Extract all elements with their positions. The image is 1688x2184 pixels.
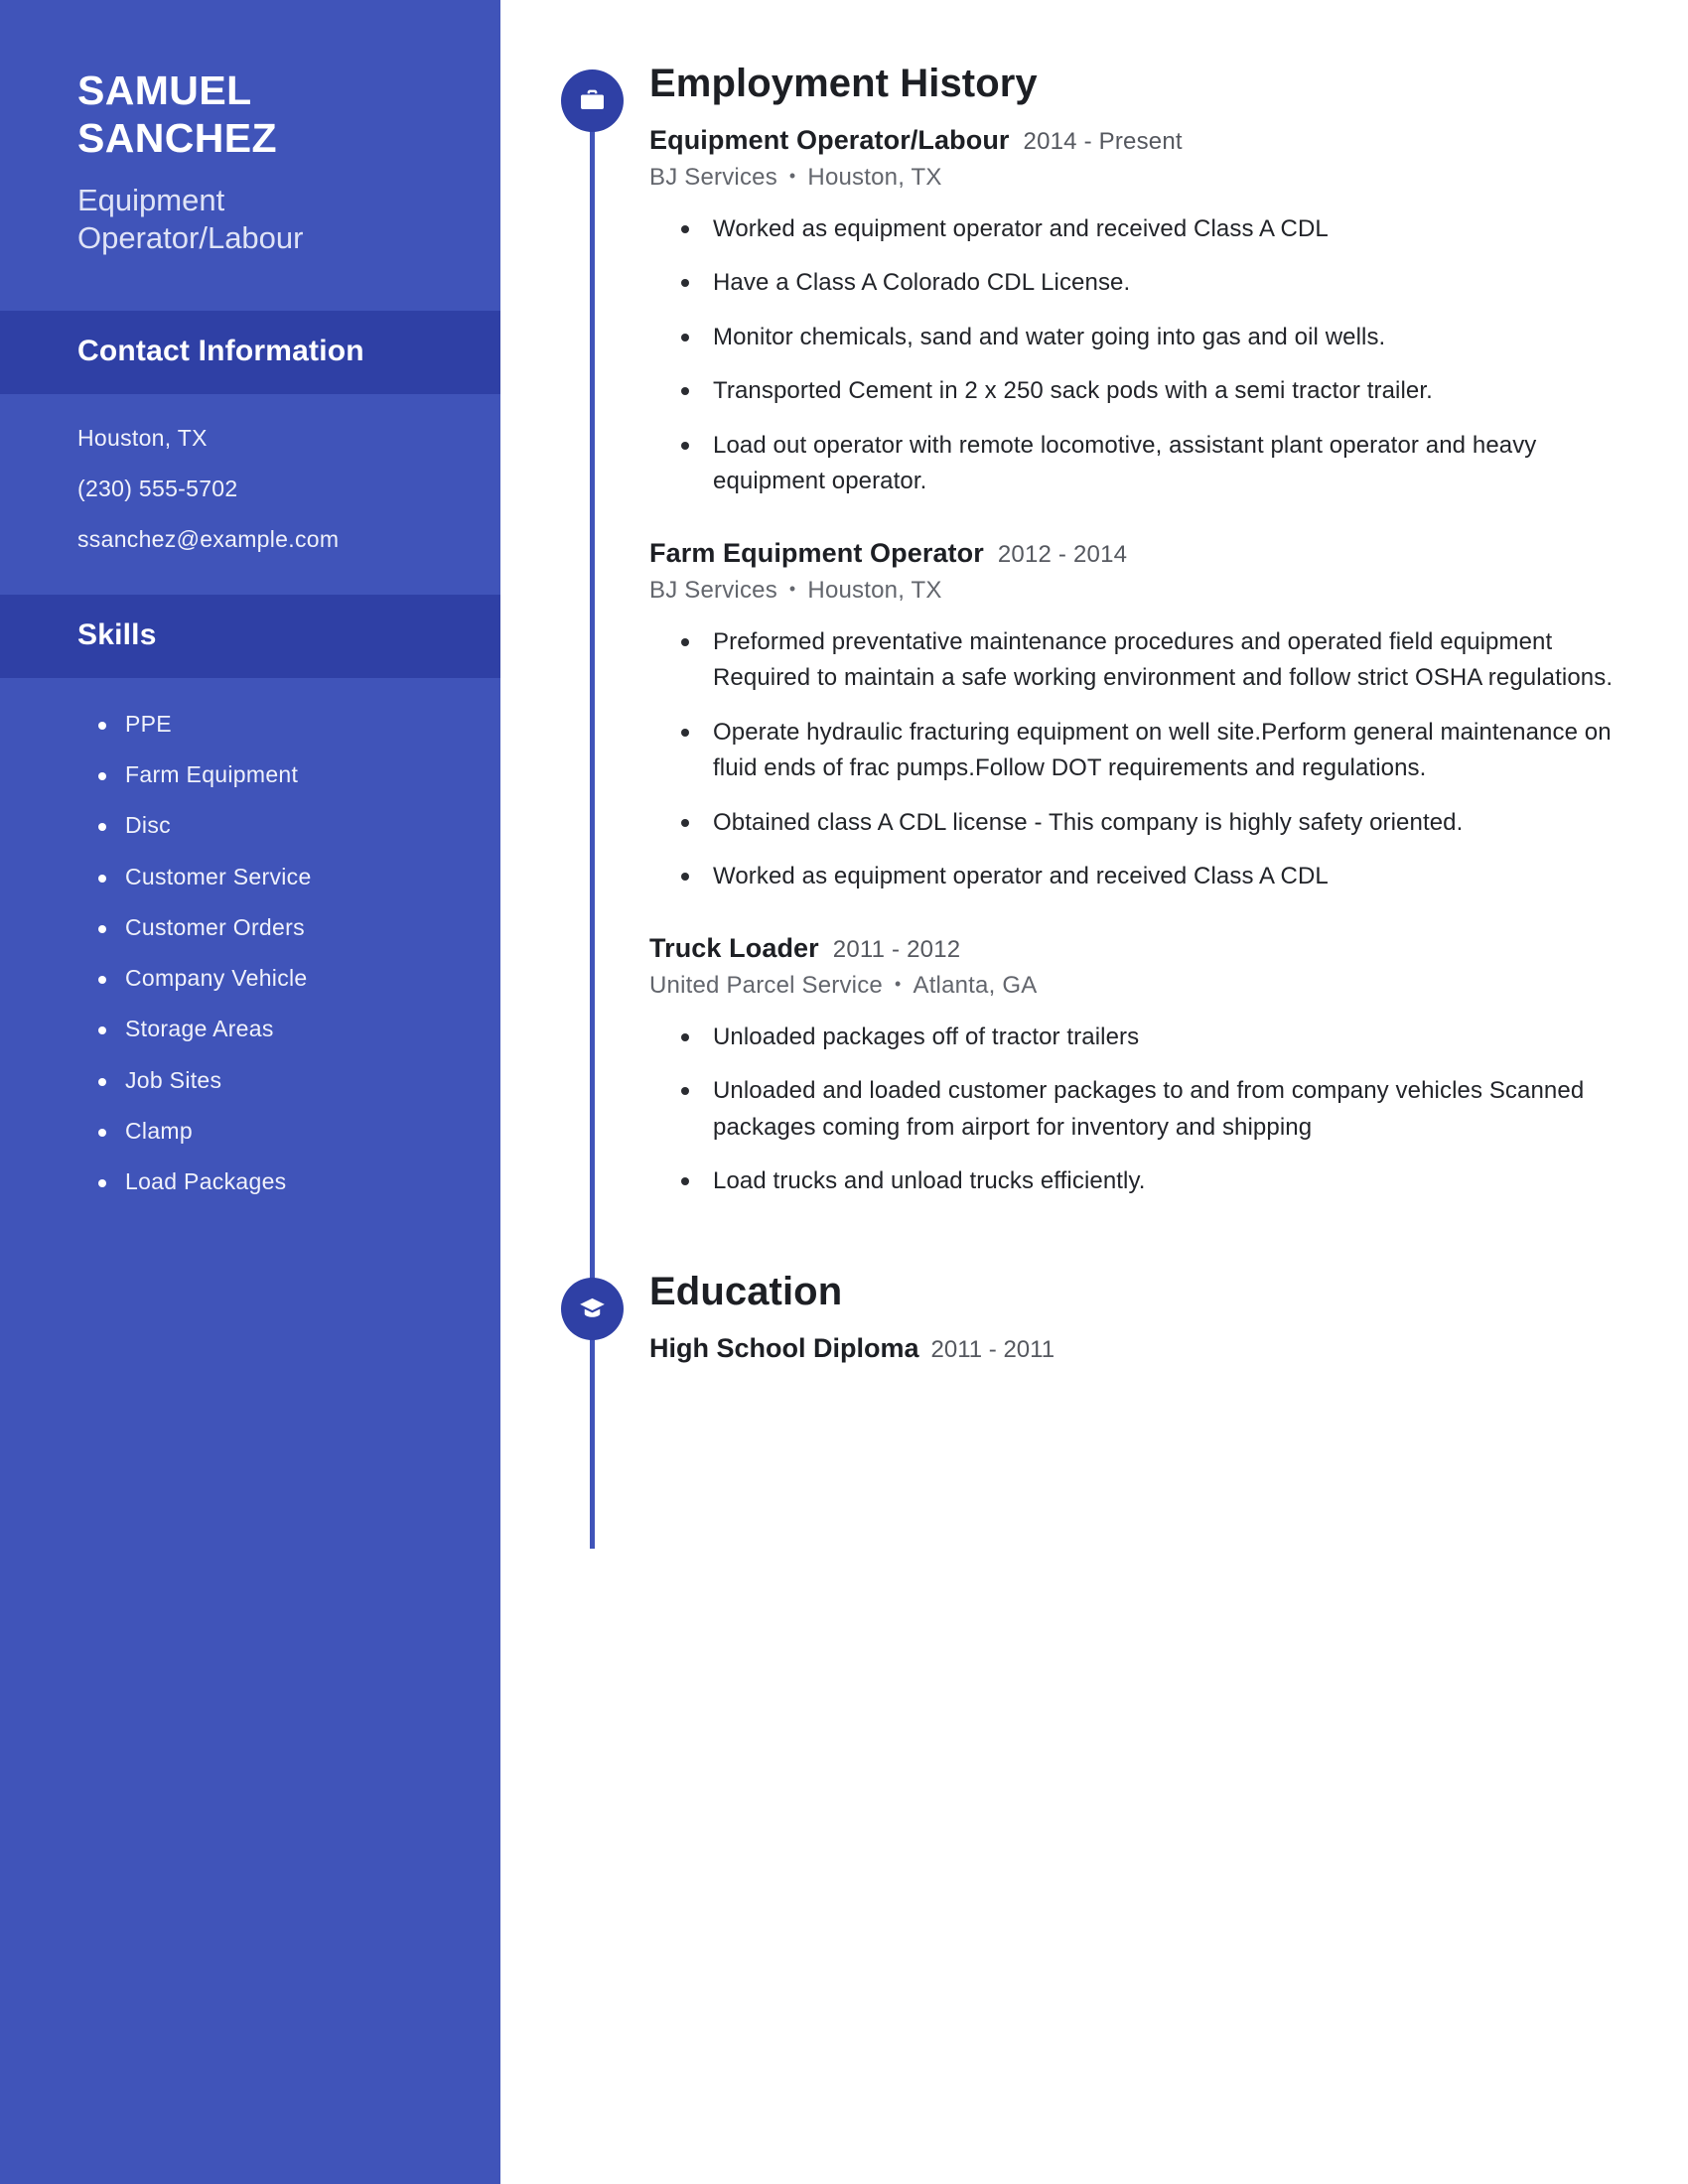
employment-entry: Equipment Operator/Labour 2014 - Present… xyxy=(649,125,1628,500)
education-entry-header: High School Diploma 2011 - 2011 xyxy=(649,1333,1628,1364)
briefcase-icon xyxy=(561,69,624,132)
entry-location: Houston, TX xyxy=(807,576,942,604)
entry-company: BJ Services xyxy=(649,164,777,191)
meta-separator: • xyxy=(788,166,796,186)
contact-heading: Contact Information xyxy=(77,334,364,367)
bullet-item: Obtained class A CDL license - This comp… xyxy=(679,805,1627,841)
first-name: SAMUEL xyxy=(77,68,252,113)
entry-meta: BJ Services • Houston, TX xyxy=(649,577,1628,605)
entry-header: Equipment Operator/Labour 2014 - Present xyxy=(649,125,1628,156)
education-degree: High School Diploma xyxy=(649,1332,919,1363)
resume-page: SAMUEL SANCHEZ Equipment Operator/Labour… xyxy=(0,0,1688,2184)
contact-phone[interactable]: (230) 555-5702 xyxy=(77,476,431,501)
entry-bullets: Unloaded packages off of tractor trailer… xyxy=(649,1020,1628,1200)
entry-dates: 2011 - 2012 xyxy=(832,935,961,963)
skill-item: Customer Orders xyxy=(95,914,441,940)
skills-list: PPE Farm Equipment Disc Customer Service… xyxy=(0,678,500,1235)
entry-dates: 2012 - 2014 xyxy=(997,540,1128,568)
entry-role: Truck Loader xyxy=(649,932,819,963)
bullet-item: Preformed preventative maintenance proce… xyxy=(679,624,1627,697)
contact-section-header: Contact Information xyxy=(0,310,500,394)
entry-company: United Parcel Service xyxy=(649,971,883,999)
contact-email[interactable]: ssanchez@example.com xyxy=(77,527,431,553)
bullet-item: Transported Cement in 2 x 250 sack pods … xyxy=(679,373,1627,409)
contact-location: Houston, TX xyxy=(77,424,208,451)
entry-bullets: Worked as equipment operator and receive… xyxy=(649,211,1628,500)
entry-location: Atlanta, GA xyxy=(913,971,1038,999)
contact-list: Houston, TX (230) 555-5702 ssanchez@exam… xyxy=(0,394,500,595)
skills-heading: Skills xyxy=(77,617,157,651)
education-entry: High School Diploma 2011 - 2011 xyxy=(649,1333,1628,1364)
education-dates: 2011 - 2011 xyxy=(930,1335,1055,1363)
entry-role: Equipment Operator/Labour xyxy=(649,125,1010,155)
skill-item: PPE xyxy=(95,711,441,737)
skill-item: Company Vehicle xyxy=(95,965,441,991)
entry-bullets: Preformed preventative maintenance proce… xyxy=(649,624,1628,895)
meta-separator: • xyxy=(788,578,796,599)
entry-meta: BJ Services • Houston, TX xyxy=(649,164,1628,192)
main-content: Employment History Equipment Operator/La… xyxy=(500,0,1688,2184)
entry-header: Truck Loader 2011 - 2012 xyxy=(649,933,1628,964)
employment-entry: Truck Loader 2011 - 2012 United Parcel S… xyxy=(649,933,1628,1200)
skill-item: Customer Service xyxy=(95,864,441,889)
bullet-item: Monitor chemicals, sand and water going … xyxy=(679,320,1627,355)
bullet-item: Load out operator with remote locomotive… xyxy=(679,428,1627,500)
bullet-item: Load trucks and unload trucks efficientl… xyxy=(679,1163,1627,1199)
bullet-item: Have a Class A Colorado CDL License. xyxy=(679,265,1627,301)
identity-block: SAMUEL SANCHEZ Equipment Operator/Labour xyxy=(0,0,500,311)
skill-item: Storage Areas xyxy=(95,1017,441,1041)
education-heading: Education xyxy=(649,1269,843,1313)
employment-heading: Employment History xyxy=(649,62,1038,105)
skill-item: Disc xyxy=(95,812,441,838)
employment-history-section: Employment History Equipment Operator/La… xyxy=(500,0,1628,1200)
last-name: SANCHEZ xyxy=(77,114,277,161)
skills-section-header: Skills xyxy=(0,594,500,678)
employment-entry: Farm Equipment Operator 2012 - 2014 BJ S… xyxy=(649,538,1628,895)
bullet-item: Worked as equipment operator and receive… xyxy=(679,859,1627,894)
skill-item: Clamp xyxy=(95,1118,441,1144)
entry-meta: United Parcel Service • Atlanta, GA xyxy=(649,972,1628,1000)
entry-location: Houston, TX xyxy=(807,164,942,191)
skill-item: Farm Equipment xyxy=(95,761,441,787)
bullet-item: Unloaded and loaded customer packages to… xyxy=(679,1073,1627,1146)
bullet-item: Operate hydraulic fracturing equipment o… xyxy=(679,715,1627,787)
entry-company: BJ Services xyxy=(649,576,777,604)
meta-separator: • xyxy=(894,973,902,994)
education-section: Education High School Diploma 2011 - 201… xyxy=(500,1200,1628,1364)
entry-role: Farm Equipment Operator xyxy=(649,537,984,568)
entry-header: Farm Equipment Operator 2012 - 2014 xyxy=(649,538,1628,569)
sidebar: SAMUEL SANCHEZ Equipment Operator/Labour… xyxy=(0,0,500,2184)
skill-item: Job Sites xyxy=(95,1067,441,1093)
bullet-item: Worked as equipment operator and receive… xyxy=(679,211,1627,247)
headline-job-title: Equipment Operator/Labour xyxy=(77,183,304,255)
bullet-item: Unloaded packages off of tractor trailer… xyxy=(679,1020,1627,1055)
entry-dates: 2014 - Present xyxy=(1023,128,1183,155)
graduation-cap-icon xyxy=(561,1277,624,1340)
skill-item: Load Packages xyxy=(95,1168,441,1194)
